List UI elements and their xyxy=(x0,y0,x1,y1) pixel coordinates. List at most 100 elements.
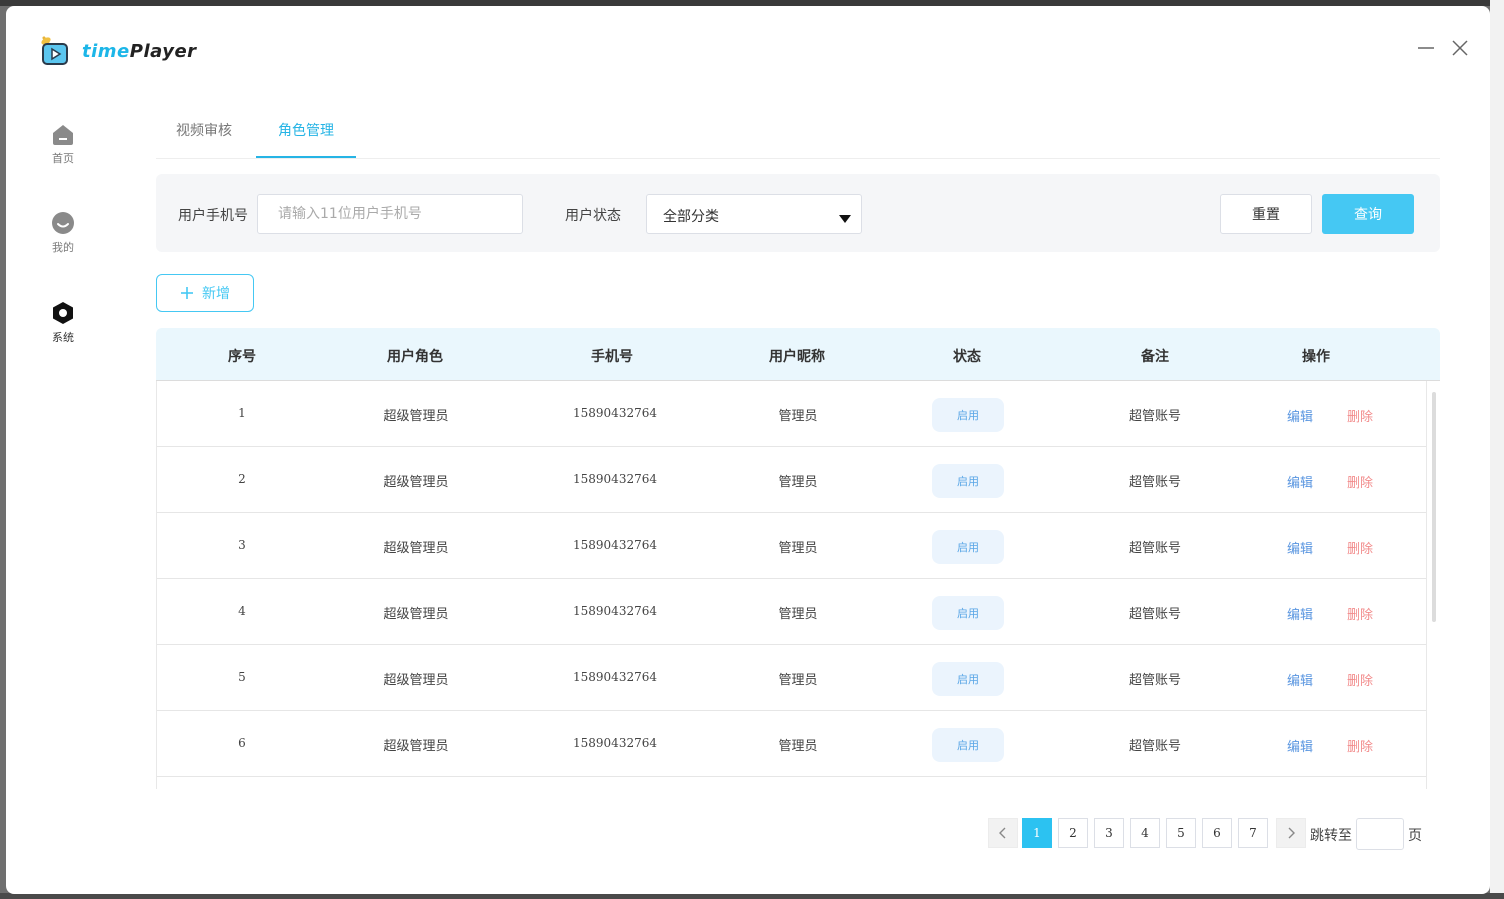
page-button-1[interactable]: 1 xyxy=(1022,818,1052,848)
cell-nickname: 管理员 xyxy=(778,541,818,556)
cell-remark: 超管账号 xyxy=(1128,607,1182,622)
page-button-3[interactable]: 3 xyxy=(1094,818,1124,848)
delete-link[interactable]: 删除 xyxy=(1347,736,1373,755)
delete-link[interactable]: 删除 xyxy=(1347,538,1373,557)
page-button-4[interactable]: 4 xyxy=(1130,818,1160,848)
cell-index: 3 xyxy=(238,538,246,552)
cell-role: 超级管理员 xyxy=(383,739,449,754)
column-header-remark: 备注 xyxy=(1141,349,1169,365)
page-suffix-label: 页 xyxy=(1408,828,1422,844)
sidebar-item-label: 系统 xyxy=(52,331,74,344)
cell-remark: 超管账号 xyxy=(1128,475,1182,490)
tab-role-management[interactable]: 角色管理 xyxy=(256,120,356,158)
cell-phone: 15890432764 xyxy=(573,538,657,552)
column-header-index: 序号 xyxy=(228,349,256,365)
delete-link[interactable]: 删除 xyxy=(1347,406,1373,425)
next-page-button[interactable] xyxy=(1276,818,1306,848)
phone-filter-label: 用户手机号 xyxy=(178,208,248,224)
add-button[interactable]: 新增 xyxy=(156,274,254,312)
app-logo: timePlayer xyxy=(40,36,197,66)
close-icon[interactable] xyxy=(1448,36,1472,60)
cell-role: 超级管理员 xyxy=(383,475,449,490)
reset-button[interactable]: 重置 xyxy=(1220,194,1312,234)
tab-bar: 视频审核 角色管理 xyxy=(156,106,1440,159)
table-row: 3 超级管理员 15890432764 管理员 启用 超管账号 编辑 删除 xyxy=(157,513,1426,579)
table-row: 1 超级管理员 15890432764 管理员 启用 超管账号 编辑 删除 xyxy=(157,381,1426,447)
timeplayer-logo-icon xyxy=(40,36,70,66)
chevron-right-icon xyxy=(1288,827,1295,839)
cell-role: 超级管理员 xyxy=(383,607,449,622)
edit-link[interactable]: 编辑 xyxy=(1287,538,1313,557)
column-header-phone: 手机号 xyxy=(591,349,633,365)
sidebar-item-home[interactable]: 首页 xyxy=(42,122,84,166)
cell-remark: 超管账号 xyxy=(1128,673,1182,688)
table-header: 序号 用户角色 手机号 用户昵称 状态 备注 操作 xyxy=(156,328,1440,381)
cell-remark: 超管账号 xyxy=(1128,541,1182,556)
column-header-actions: 操作 xyxy=(1302,349,1330,365)
settings-hex-icon xyxy=(51,301,75,325)
table-row: 5 超级管理员 15890432764 管理员 启用 超管账号 编辑 删除 xyxy=(157,645,1426,711)
status-badge[interactable]: 启用 xyxy=(932,530,1004,564)
jump-to-label: 跳转至 xyxy=(1310,828,1352,844)
edit-link[interactable]: 编辑 xyxy=(1287,406,1313,425)
table-row: 4 超级管理员 15890432764 管理员 启用 超管账号 编辑 删除 xyxy=(157,579,1426,645)
cell-phone: 15890432764 xyxy=(573,406,657,420)
cell-index: 5 xyxy=(238,670,246,684)
status-badge[interactable]: 启用 xyxy=(932,728,1004,762)
table-row: 6 超级管理员 15890432764 管理员 启用 超管账号 编辑 删除 xyxy=(157,711,1426,777)
page-button-5[interactable]: 5 xyxy=(1166,818,1196,848)
brand-name: timePlayer xyxy=(82,40,197,62)
cell-nickname: 管理员 xyxy=(778,475,818,490)
sidebar-item-mine[interactable]: 我的 xyxy=(42,211,84,255)
delete-link[interactable]: 删除 xyxy=(1347,604,1373,623)
caret-down-icon xyxy=(839,209,851,223)
column-header-role: 用户角色 xyxy=(387,349,443,365)
filter-panel: 用户手机号 用户状态 全部分类 重置 查询 xyxy=(156,174,1440,252)
column-header-status: 状态 xyxy=(953,349,981,365)
page-button-7[interactable]: 7 xyxy=(1238,818,1268,848)
status-badge[interactable]: 启用 xyxy=(932,398,1004,432)
query-button[interactable]: 查询 xyxy=(1322,194,1414,234)
cell-nickname: 管理员 xyxy=(778,739,818,754)
plus-icon xyxy=(180,286,194,300)
cell-role: 超级管理员 xyxy=(383,409,449,424)
page-button-6[interactable]: 6 xyxy=(1202,818,1232,848)
page-button-2[interactable]: 2 xyxy=(1058,818,1088,848)
chevron-left-icon xyxy=(999,827,1006,839)
phone-input[interactable] xyxy=(257,194,523,234)
cell-nickname: 管理员 xyxy=(778,607,818,622)
delete-link[interactable]: 删除 xyxy=(1347,472,1373,491)
edit-link[interactable]: 编辑 xyxy=(1287,670,1313,689)
delete-link[interactable]: 删除 xyxy=(1347,670,1373,689)
status-badge[interactable]: 启用 xyxy=(932,596,1004,630)
edit-link[interactable]: 编辑 xyxy=(1287,472,1313,491)
background-window-edge xyxy=(1490,0,1504,899)
status-filter-label: 用户状态 xyxy=(565,208,621,224)
cell-remark: 超管账号 xyxy=(1128,739,1182,754)
sidebar-item-label: 首页 xyxy=(52,152,74,165)
sidebar-item-label: 我的 xyxy=(52,241,74,254)
home-icon xyxy=(51,122,75,146)
cell-phone: 15890432764 xyxy=(573,604,657,618)
tab-video-review[interactable]: 视频审核 xyxy=(176,120,232,158)
sidebar-item-system[interactable]: 系统 xyxy=(42,301,84,345)
status-badge[interactable]: 启用 xyxy=(932,662,1004,696)
cell-phone: 15890432764 xyxy=(573,472,657,486)
table-scrollbar[interactable] xyxy=(1432,392,1436,622)
status-select[interactable]: 全部分类 xyxy=(646,194,862,234)
edit-link[interactable]: 编辑 xyxy=(1287,604,1313,623)
cell-index: 1 xyxy=(238,406,246,420)
prev-page-button[interactable] xyxy=(988,818,1018,848)
column-header-nickname: 用户昵称 xyxy=(769,349,825,365)
cell-role: 超级管理员 xyxy=(383,541,449,556)
cell-nickname: 管理员 xyxy=(778,673,818,688)
add-button-label: 新增 xyxy=(202,286,230,302)
status-badge[interactable]: 启用 xyxy=(932,464,1004,498)
cell-index: 4 xyxy=(238,604,246,618)
jump-page-input[interactable] xyxy=(1356,818,1404,850)
edit-link[interactable]: 编辑 xyxy=(1287,736,1313,755)
cell-phone: 15890432764 xyxy=(573,670,657,684)
cell-remark: 超管账号 xyxy=(1128,409,1182,424)
app-window: timePlayer 首页 我的 系统 视频审核 角色管理 用户手机号 用户状态 xyxy=(6,6,1490,894)
minimize-icon[interactable] xyxy=(1414,36,1438,60)
